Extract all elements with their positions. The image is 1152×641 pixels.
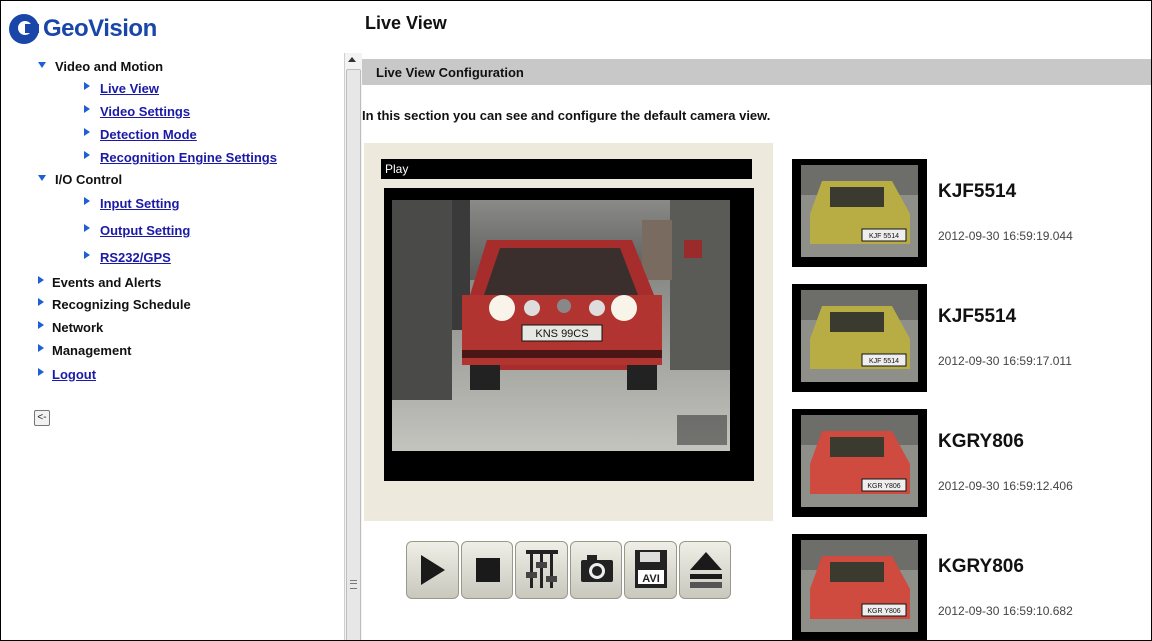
sidebar-item-live-view-link[interactable]: Live View xyxy=(100,81,159,96)
arrow-right-icon xyxy=(38,320,44,329)
nav-section-recognizing-schedule[interactable]: Recognizing Schedule xyxy=(38,297,191,312)
nav-section-label: Management xyxy=(52,343,132,358)
live-video-view[interactable]: KNS 99CS xyxy=(384,188,754,481)
browser-frame: GeoVision Video and Motion Live View Vid… xyxy=(0,0,1152,641)
sidebar-item-input-setting-link[interactable]: Input Setting xyxy=(100,196,179,211)
sidebar-item-logout[interactable]: Logout xyxy=(38,367,96,382)
sidebar-item-output-setting[interactable]: Output Setting xyxy=(84,223,190,238)
sidebar-item-recognition-engine-settings[interactable]: Recognition Engine Settings xyxy=(84,150,277,165)
avi-icon: AVI xyxy=(635,550,667,588)
sidebar-scrollbar[interactable] xyxy=(344,53,363,640)
snapshot-button[interactable] xyxy=(569,541,622,599)
sidebar-item-live-view[interactable]: Live View xyxy=(84,81,159,96)
sidebar-item-output-setting-link[interactable]: Output Setting xyxy=(100,223,190,238)
scrollbar-thumb[interactable] xyxy=(346,69,361,640)
plate-number: KJF5514 xyxy=(938,181,1017,202)
recognition-timestamp: 2012-09-30 16:59:12.406 xyxy=(938,479,1073,493)
arrow-right-icon xyxy=(84,250,90,259)
main-content: Live View Live View Configuration In thi… xyxy=(362,1,1151,640)
nav-section-label: Network xyxy=(52,320,104,335)
expanded-arrow-icon xyxy=(38,62,46,68)
recognition-timestamp: 2012-09-30 16:59:19.044 xyxy=(938,229,1073,243)
arrow-right-icon xyxy=(38,367,44,376)
arrow-right-icon xyxy=(84,104,90,113)
nav-section-management[interactable]: Management xyxy=(38,343,131,358)
nav-section-video-and-motion[interactable]: Video and Motion xyxy=(38,59,163,74)
adjust-button[interactable] xyxy=(515,541,568,599)
arrow-right-icon xyxy=(38,297,44,306)
video-control-toolbar: AVI xyxy=(406,541,731,599)
plate-thumbnail[interactable]: KJF 5514 xyxy=(792,284,927,392)
section-description: In this section you can see and configur… xyxy=(362,108,771,123)
geovision-logo: GeoVision xyxy=(9,11,157,47)
section-header-label: Live View Configuration xyxy=(376,65,524,80)
sidebar-item-detection-mode[interactable]: Detection Mode xyxy=(84,127,197,142)
arrow-right-icon xyxy=(84,150,90,159)
sliders-icon xyxy=(526,550,558,588)
sidebar-item-video-settings-link[interactable]: Video Settings xyxy=(100,104,190,119)
stop-button[interactable] xyxy=(460,541,513,599)
video-status-bar: Play xyxy=(381,159,752,179)
eject-icon xyxy=(689,552,722,588)
recognition-timestamp: 2012-09-30 16:59:17.011 xyxy=(938,354,1072,368)
plate-thumbnail[interactable]: KGR Y806 xyxy=(792,409,927,517)
record-avi-button[interactable]: AVI xyxy=(624,541,677,599)
arrow-right-icon xyxy=(38,343,44,352)
recognition-item[interactable]: KJF 5514 KJF5514 2012-09-30 16:59:19.044 xyxy=(792,159,1151,269)
thumbnail-plate-text: KJF 5514 xyxy=(869,358,899,365)
thumbnail-plate-text: KGR Y806 xyxy=(867,608,900,615)
section-header: Live View Configuration xyxy=(362,59,1151,85)
sidebar-item-rs232-gps-link[interactable]: RS232/GPS xyxy=(100,250,171,265)
recognition-item[interactable]: KGR Y806 KGRY806 2012-09-30 16:59:12.406 xyxy=(792,409,1151,519)
arrow-right-icon xyxy=(84,196,90,205)
plate-number: KJF5514 xyxy=(938,306,1017,327)
nav-section-label: Recognizing Schedule xyxy=(52,297,191,312)
expanded-arrow-icon xyxy=(38,175,46,181)
thumbnail-plate-text: KGR Y806 xyxy=(867,483,900,490)
stop-icon xyxy=(475,558,500,582)
arrow-right-icon xyxy=(38,275,44,284)
nav-section-label: I/O Control xyxy=(55,172,123,187)
arrow-right-icon xyxy=(84,223,90,232)
video-plate-text: KNS 99CS xyxy=(535,328,588,340)
grip-icon xyxy=(350,580,357,589)
nav-section-events-and-alerts[interactable]: Events and Alerts xyxy=(38,275,161,290)
nav-section-label: Events and Alerts xyxy=(52,275,162,290)
sidebar-item-input-setting[interactable]: Input Setting xyxy=(84,196,179,211)
play-icon xyxy=(421,555,445,585)
scroll-up-icon[interactable] xyxy=(348,57,356,62)
recognition-timestamp: 2012-09-30 16:59:10.682 xyxy=(938,604,1073,618)
collapse-sidebar-button[interactable]: <- xyxy=(34,410,50,426)
live-video-panel: Play KNS 99CS xyxy=(364,143,773,521)
sidebar: GeoVision Video and Motion Live View Vid… xyxy=(1,1,344,640)
plate-number: KGRY806 xyxy=(938,556,1024,577)
recognition-item[interactable]: KJF 5514 KJF5514 2012-09-30 16:59:17.011 xyxy=(792,284,1151,394)
arrow-right-icon xyxy=(84,81,90,90)
video-status-label: Play xyxy=(385,162,409,176)
nav-section-network[interactable]: Network xyxy=(38,320,103,335)
arrow-right-icon xyxy=(84,127,90,136)
plate-thumbnail[interactable]: KGR Y806 xyxy=(792,534,927,640)
thumbnail-plate-text: KJF 5514 xyxy=(869,233,899,240)
sidebar-item-detection-mode-link[interactable]: Detection Mode xyxy=(100,127,197,142)
nav-section-label: Video and Motion xyxy=(55,59,164,74)
sidebar-item-rs232-gps[interactable]: RS232/GPS xyxy=(84,250,171,265)
page-title: Live View xyxy=(365,13,447,33)
recognition-item[interactable]: KGR Y806 KGRY806 2012-09-30 16:59:10.682 xyxy=(792,534,1151,640)
logout-link[interactable]: Logout xyxy=(52,367,96,382)
svg-text:AVI: AVI xyxy=(642,573,660,585)
plate-number: KGRY806 xyxy=(938,431,1024,452)
sidebar-item-recognition-engine-settings-link[interactable]: Recognition Engine Settings xyxy=(100,150,277,165)
camera-icon xyxy=(580,555,613,582)
geovision-logo-icon xyxy=(9,14,39,44)
live-video-image: KNS 99CS xyxy=(392,200,730,451)
plate-thumbnail[interactable]: KJF 5514 xyxy=(792,159,927,267)
eject-button[interactable] xyxy=(678,541,731,599)
sidebar-item-video-settings[interactable]: Video Settings xyxy=(84,104,190,119)
nav-section-io-control[interactable]: I/O Control xyxy=(38,172,122,187)
logo-text: GeoVision xyxy=(43,15,157,42)
play-button[interactable] xyxy=(406,541,459,599)
